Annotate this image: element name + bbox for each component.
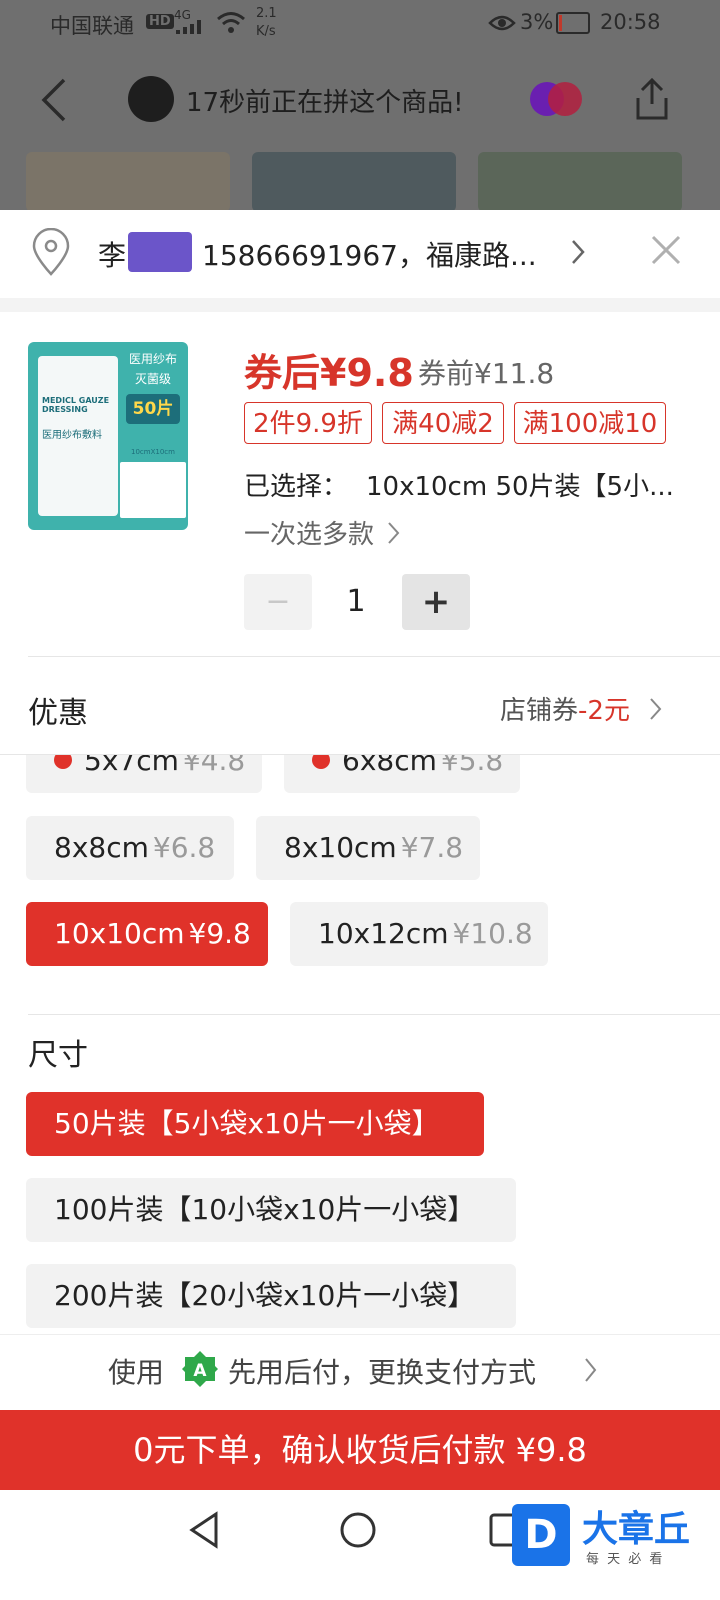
share-icon[interactable] (632, 76, 672, 122)
chevron-right-icon (650, 698, 662, 720)
package-title: 医用纱布 (128, 352, 177, 366)
discount-label: 优惠 (28, 696, 88, 731)
carrier-label: 中国联通 (50, 14, 134, 38)
signal-icon (176, 20, 201, 34)
spec-label: 6x8cm (342, 755, 437, 777)
address-row[interactable]: 李 15866691967，福康路... (0, 210, 720, 298)
pay-later-icon: A (182, 1351, 218, 1387)
spec-option[interactable]: 8x8cm ¥6.8 (26, 816, 234, 880)
section-gap (0, 298, 720, 312)
close-icon[interactable] (650, 234, 682, 266)
promo-tag: 2件9.9折 (244, 402, 372, 444)
spec-option[interactable]: 6x8cm ¥5.8 (284, 755, 520, 793)
package-size: 10cmX10cm (131, 448, 175, 456)
watermark-slogan: 每 天 必 看 (586, 1552, 665, 1567)
net-speed: 2.1 (256, 6, 277, 21)
spec-label: 10x10cm (54, 917, 185, 950)
watermark-logo: D (512, 1504, 570, 1566)
divider (28, 1014, 720, 1015)
product-image[interactable]: MEDICL GAUZE DRESSING 医用纱布敷料 医用纱布 灭菌级 50… (28, 342, 188, 530)
wifi-icon (217, 12, 245, 33)
buyer-avatar (128, 76, 174, 122)
quantity-increase-button[interactable]: + (402, 574, 470, 630)
promo-tag: 满100减10 (514, 402, 666, 444)
battery-icon (556, 12, 590, 34)
size-option[interactable]: 100片装【10小袋x10片一小袋】 (26, 1178, 516, 1242)
recipient-phone-address: 15866691967，福康路... (202, 239, 537, 272)
quantity-decrease-button[interactable]: − (244, 574, 312, 630)
eye-icon (488, 15, 516, 31)
quantity-value[interactable]: 1 (312, 574, 400, 630)
spec-option-selected[interactable]: 10x10cm ¥9.8 (26, 902, 268, 966)
spec-price: ¥4.8 (182, 755, 246, 777)
svg-text:A: A (193, 1361, 207, 1381)
name-redaction (128, 232, 192, 272)
multi-select-link[interactable]: 一次选多款 (244, 514, 401, 554)
package-sub: 灭菌级 (134, 372, 171, 386)
spec-option[interactable]: 8x10cm ¥7.8 (256, 816, 480, 880)
spec-label: 8x10cm (284, 831, 397, 864)
spec-label: 8x8cm (54, 831, 149, 864)
hot-icon (312, 755, 330, 769)
payment-text: 先用后付，更换支付方式 (228, 1356, 537, 1389)
discount-type: 店铺券 (500, 696, 579, 726)
clock: 20:58 (600, 10, 661, 34)
payment-method-row[interactable]: 使用 A 先用后付，更换支付方式 (0, 1334, 720, 1401)
spec-option[interactable]: 10x12cm ¥10.8 (290, 902, 548, 966)
package-en-name: MEDICL GAUZE DRESSING (42, 396, 110, 414)
spec-price: ¥5.8 (440, 755, 504, 777)
submit-order-button[interactable]: 0元下单，确认收货后付款 ¥9.8 (0, 1410, 720, 1490)
sku-selection-sheet: 李 15866691967，福康路... MEDICL GAUZE DRESSI… (0, 210, 720, 1600)
size-option-selected[interactable]: 50片装【5小袋x10片一小袋】 (26, 1092, 484, 1156)
spec-option[interactable]: 5x7cm ¥4.8 (26, 755, 262, 793)
discount-amount: -2元 (578, 696, 630, 726)
selected-value: 10x10cm 50片装【5小... (366, 472, 674, 502)
back-icon[interactable] (36, 76, 72, 124)
spec-price: ¥7.8 (400, 831, 464, 864)
background-page: 中国联通 HD 4G 2.1 K/s 3% 20:58 17秒前正在拼这个商品! (0, 0, 720, 210)
size-option[interactable]: 200片装【20小袋x10片一小袋】 (26, 1264, 516, 1328)
spec-label: 5x7cm (84, 755, 179, 777)
divider (28, 656, 720, 657)
net-speed-unit: K/s (256, 24, 276, 39)
product-thumbnail (478, 152, 682, 210)
price-after-coupon: 券后¥9.8 (244, 351, 414, 395)
product-thumbnail (26, 152, 230, 210)
product-thumbnail (252, 152, 456, 210)
location-icon (32, 228, 70, 276)
package-cn-name: 医用纱布敷料 (42, 430, 102, 441)
price-before-coupon: 券前¥11.8 (418, 357, 555, 390)
hd-badge: HD (146, 14, 174, 29)
multi-select-label: 一次选多款 (244, 520, 375, 550)
watermark-brand: 大章丘 (582, 1509, 691, 1550)
payment-prefix: 使用 (108, 1356, 165, 1389)
chevron-right-icon (572, 240, 585, 264)
spec-label: 10x12cm (318, 917, 449, 950)
discount-row[interactable]: 店铺券-2元 (500, 690, 663, 727)
package-front: MEDICL GAUZE DRESSING 医用纱布敷料 (38, 356, 118, 516)
chevron-right-icon (585, 1358, 597, 1382)
package-count: 50片 (126, 394, 180, 424)
chevron-right-icon (388, 522, 400, 544)
nav-home-icon[interactable] (338, 1510, 378, 1550)
brand-logo-right (548, 82, 582, 116)
spec-price: ¥6.8 (152, 831, 216, 864)
header-title: 17秒前正在拼这个商品! (186, 88, 464, 118)
spec-price: ¥9.8 (188, 917, 251, 950)
gauze-pads (120, 462, 186, 518)
nav-back-icon[interactable] (186, 1510, 222, 1550)
size-label: 尺寸 (28, 1038, 88, 1073)
battery-percent: 3% (520, 10, 554, 34)
spec-price: ¥10.8 (452, 917, 533, 950)
selected-label: 已选择： (244, 472, 349, 502)
hot-icon (54, 755, 72, 769)
recipient-name: 李 (98, 239, 127, 272)
spec-options-list[interactable]: 5x7cm ¥4.8 6x8cm ¥5.8 8x8cm ¥6.8 8x10cm ¥7.8… (0, 755, 720, 995)
promo-tag: 满40减2 (382, 402, 504, 444)
system-nav-bar: D 大章丘 每 天 必 看 (0, 1490, 720, 1600)
